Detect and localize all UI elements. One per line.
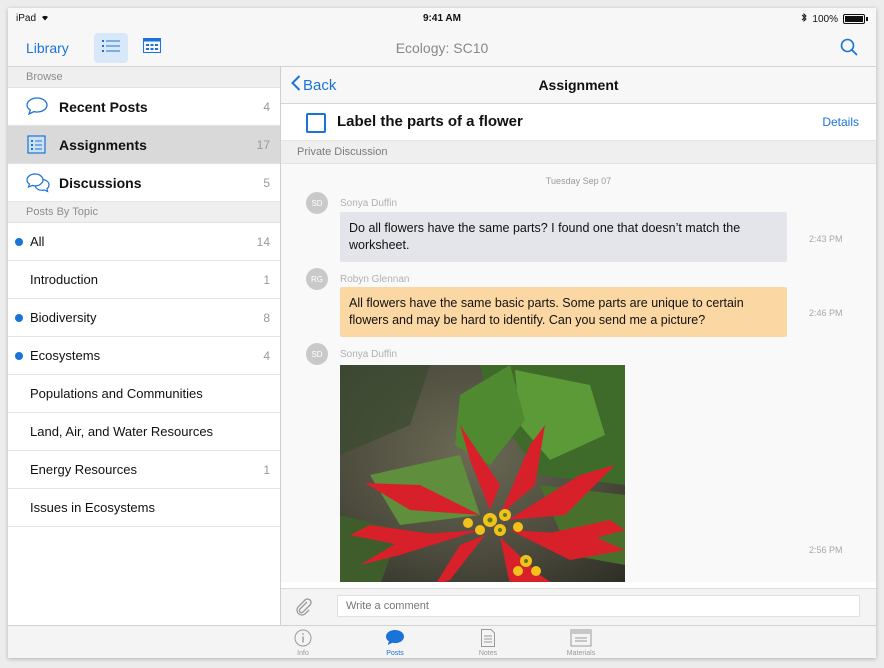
topic-item-energy[interactable]: Energy Resources 1 (8, 451, 280, 489)
flower-photo[interactable] (340, 365, 625, 582)
comment-input[interactable] (337, 595, 860, 617)
sidebar-item-assignments[interactable]: Assignments 17 (8, 126, 280, 164)
sidebar-item-label: Discussions (59, 174, 142, 191)
sidebar-item-count: 17 (256, 137, 270, 152)
navigation-bar: Library Ecology: SC10 (8, 30, 876, 67)
topic-item-populations[interactable]: Populations and Communities (8, 375, 280, 413)
status-time: 9:41 AM (423, 13, 461, 24)
topic-count: 1 (263, 462, 270, 477)
assignment-row: Label the parts of a flower Details (281, 104, 876, 141)
topic-label: Populations and Communities (30, 386, 203, 401)
avatar: SD (306, 192, 328, 214)
battery-percent: 100% (812, 13, 838, 25)
tab-label: Info (297, 650, 309, 657)
avatar: SD (306, 343, 328, 365)
sidebar-item-count: 5 (263, 175, 270, 190)
assignment-pane: Back Assignment Label the parts of a flo… (281, 67, 876, 625)
topic-item-issues[interactable]: Issues in Ecosystems (8, 489, 280, 527)
assignment-checkbox[interactable] (306, 113, 326, 133)
private-discussion-header: Private Discussion (281, 141, 876, 164)
topic-label: Ecosystems (30, 348, 101, 363)
topic-count: 1 (263, 272, 270, 287)
assignment-list-icon (26, 135, 48, 160)
topic-label: Energy Resources (30, 462, 137, 477)
status-bar: iPad 9:41 AM 100% (8, 8, 876, 30)
tab-materials[interactable]: Materials (556, 629, 606, 657)
topic-label: Land, Air, and Water Resources (30, 424, 214, 439)
sidebar-item-discussions[interactable]: Discussions 5 (8, 164, 280, 202)
topic-item-resources[interactable]: Land, Air, and Water Resources (8, 413, 280, 451)
unread-dot (15, 351, 23, 360)
paperclip-icon[interactable] (295, 598, 313, 621)
message-bubble: All flowers have the same basic parts. S… (340, 287, 787, 337)
sidebar-item-recent-posts[interactable]: Recent Posts 4 (8, 88, 280, 126)
topic-count: 4 (263, 348, 270, 363)
tab-label: Notes (478, 650, 498, 657)
topic-label: Introduction (30, 272, 98, 287)
info-icon (294, 629, 312, 650)
bluetooth-icon (801, 12, 808, 25)
message-thread[interactable]: Tuesday Sep 07 SD Sonya Duffin Do all fl… (281, 164, 876, 582)
course-title: Ecology: SC10 (395, 40, 489, 56)
topic-label: Issues in Ecosystems (30, 500, 155, 515)
tab-label: Posts (386, 650, 404, 657)
assignment-title: Label the parts of a flower (337, 113, 523, 130)
pane-header: Back Assignment (281, 67, 876, 104)
message-sender: Robyn Glennan (340, 274, 410, 285)
unread-dot (15, 237, 23, 246)
posts-by-topic-header: Posts By Topic (8, 202, 280, 223)
tab-posts[interactable]: Posts (370, 629, 420, 657)
tab-label: Materials (566, 650, 596, 657)
message-bubble: Do all flowers have the same parts? I fo… (340, 212, 787, 262)
sidebar-item-label: Assignments (59, 136, 147, 153)
message-time: 2:46 PM (809, 308, 843, 318)
sidebar-item-count: 4 (263, 99, 270, 114)
search-icon[interactable] (840, 38, 858, 61)
details-link[interactable]: Details (822, 115, 859, 129)
topic-label: Biodiversity (30, 310, 97, 325)
sidebar: Browse Recent Posts 4 Assignments 17 Dis… (8, 67, 281, 625)
message-time: 2:56 PM (809, 545, 843, 555)
pane-title: Assignment (538, 77, 619, 93)
unread-dot (15, 313, 23, 322)
materials-icon (570, 629, 592, 650)
tab-bar: Info Posts Notes Materials (8, 625, 876, 658)
thread-date: Tuesday Sep 07 (545, 176, 612, 186)
discussion-bubbles-icon (26, 173, 50, 198)
notes-icon (480, 629, 496, 650)
topic-label: All (30, 234, 45, 249)
topic-item-biodiversity[interactable]: Biodiversity 8 (8, 299, 280, 337)
message-sender: Sonya Duffin (340, 349, 398, 360)
message-time: 2:43 PM (809, 234, 843, 244)
sidebar-item-label: Recent Posts (59, 98, 148, 115)
tab-notes[interactable]: Notes (463, 629, 513, 657)
posts-bubble-icon (385, 629, 405, 650)
message-sender: Sonya Duffin (340, 198, 398, 209)
topic-item-all[interactable]: All 14 (8, 223, 280, 261)
battery-icon (843, 14, 865, 24)
topic-item-ecosystems[interactable]: Ecosystems 4 (8, 337, 280, 375)
topic-count: 8 (263, 310, 270, 325)
browse-header: Browse (8, 67, 280, 88)
topic-item-introduction[interactable]: Introduction 1 (8, 261, 280, 299)
comment-composer (281, 588, 876, 625)
avatar: RG (306, 268, 328, 290)
tab-info[interactable]: Info (278, 629, 328, 657)
topic-count: 14 (256, 234, 270, 249)
app-window: iPad 9:41 AM 100% Library Ecology: SC10 … (8, 8, 876, 658)
speech-bubble-icon (26, 97, 48, 120)
